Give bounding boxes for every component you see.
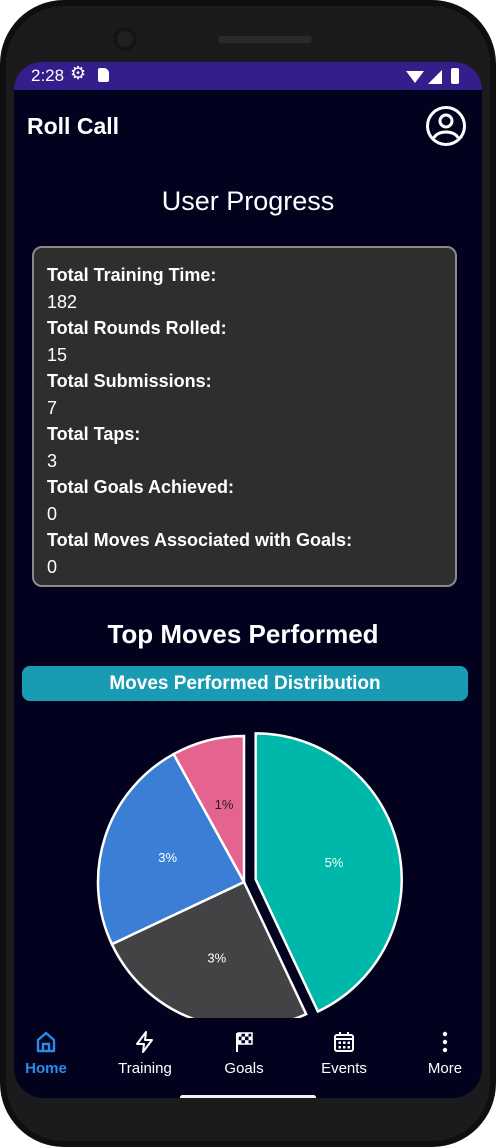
nav-label-home: Home [25,1060,67,1077]
nav-item-home[interactable]: Home [14,1018,86,1086]
front-camera [113,27,137,51]
stat-label: Total Rounds Rolled: [47,318,227,338]
stat-label: Total Taps: [47,424,141,444]
checkered-flag-icon [236,1032,253,1052]
sd-card-icon [98,68,109,82]
pie-slice-label: 3% [158,850,177,865]
stat-label: Total Training Time: [47,265,217,285]
earpiece-speaker [218,36,312,43]
account-circle-icon[interactable] [425,105,467,147]
stat-value: 0 [47,556,58,577]
status-bar: 2:28 ⚙ [14,62,482,90]
wifi-icon [406,71,424,83]
nav-label-more: More [427,1060,463,1077]
app-title: Roll Call [27,113,120,139]
stat-value: 7 [47,397,58,418]
cell-signal-icon [428,70,442,84]
stat-label: Total Submissions: [47,371,212,391]
page-title: User Progress [161,186,335,216]
pie-slice-label: 5% [325,855,344,870]
settings-gear-icon: ⚙ [70,63,87,83]
stats-card: Total Training Time: 182 Total Rounds Ro… [32,246,457,587]
stat-value: 182 [47,291,78,312]
battery-icon [451,68,459,84]
chart-title-banner: Moves Performed Distribution [22,666,468,701]
nav-label-goals: Goals [224,1060,264,1077]
stat-label: Total Moves Associated with Goals: [47,530,353,550]
more-vertical-icon [442,1031,448,1053]
nav-item-goals[interactable]: Goals [204,1018,284,1086]
nav-label-training: Training [118,1060,172,1077]
pie-slice-label: 1% [215,797,234,812]
nav-item-more[interactable]: More [405,1018,482,1086]
moves-pie-chart: 5% 3% 3% 1% [96,732,403,1022]
stat-value: 3 [47,450,58,471]
home-icon [36,1031,56,1053]
calendar-icon [334,1032,354,1052]
stat-label: Total Goals Achieved: [47,477,235,497]
gesture-home-bar[interactable] [180,1095,316,1098]
app-screen: 2:28 ⚙ Roll Call User Progress Total Tra… [14,62,482,1098]
status-time: 2:28 [31,66,65,85]
nav-item-events[interactable]: Events [304,1018,384,1086]
pie-slice-label: 3% [207,951,226,966]
bottom-navigation: Home Training Goals Events More [14,1018,482,1086]
phone-frame: 2:28 ⚙ Roll Call User Progress Total Tra… [0,0,496,1147]
stat-value: 15 [47,344,68,365]
nav-label-events: Events [321,1060,367,1077]
camera-sensor [151,28,165,56]
bolt-icon [136,1031,153,1053]
stat-value: 0 [47,503,58,524]
nav-item-training[interactable]: Training [105,1018,185,1086]
section-title: Top Moves Performed [107,619,379,649]
